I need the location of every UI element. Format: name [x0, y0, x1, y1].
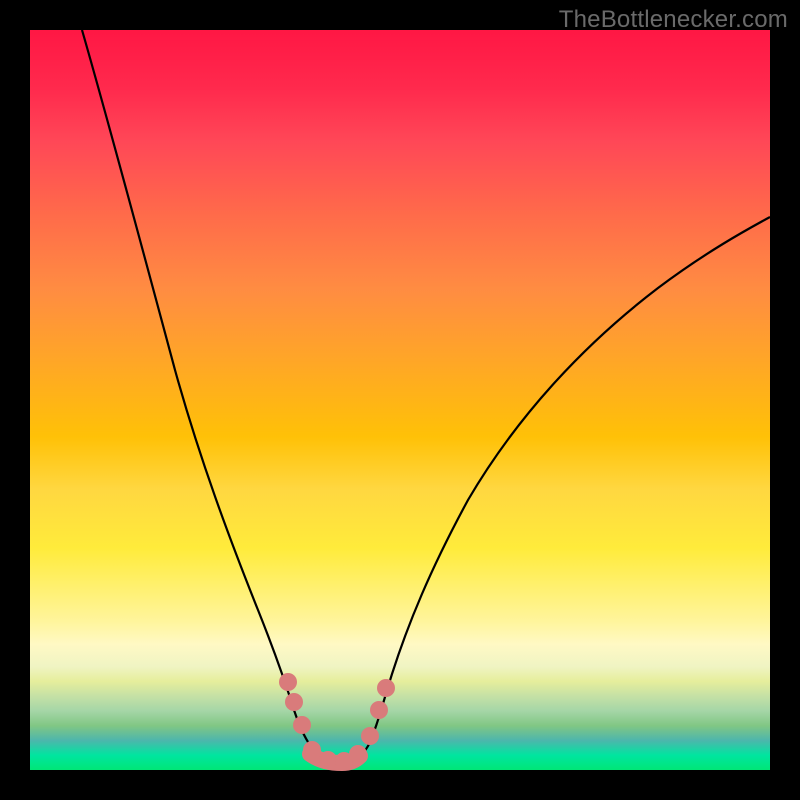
- right-curve-path: [342, 217, 770, 765]
- marker-dot: [303, 741, 321, 759]
- marker-dot: [377, 679, 395, 697]
- chart-series-group: [82, 30, 770, 770]
- marker-dot: [293, 716, 311, 734]
- marker-dot: [279, 673, 297, 691]
- chart-svg: [30, 30, 770, 770]
- marker-dot: [361, 727, 379, 745]
- marker-dot: [370, 701, 388, 719]
- marker-dot: [349, 745, 367, 763]
- marker-dot: [285, 693, 303, 711]
- marker-dot: [319, 751, 337, 769]
- left-curve-path: [82, 30, 342, 765]
